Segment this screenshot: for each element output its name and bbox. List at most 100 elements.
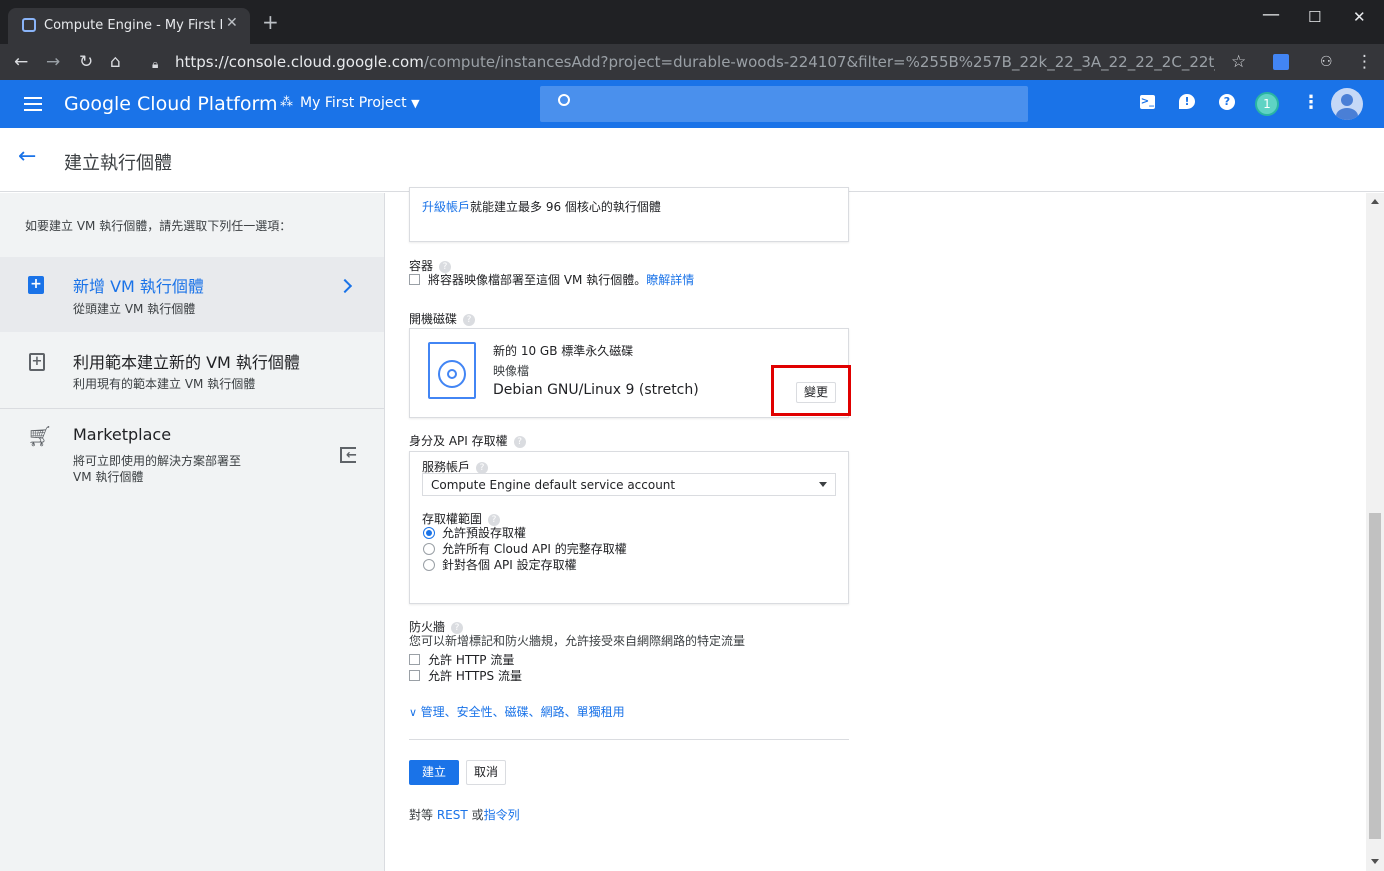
- scroll-down-icon[interactable]: [1371, 859, 1379, 864]
- arrow-into-icon: ←: [346, 448, 357, 463]
- browser-tab-strip: Compute Engine - My First Proj ✕ + — ☐ ✕: [0, 0, 1384, 44]
- gcp-header: Google Cloud Platform ⁂ My First Project…: [0, 80, 1384, 128]
- option-subtitle-line2: VM 執行個體: [73, 470, 144, 484]
- help-icon[interactable]: ?: [1219, 94, 1235, 110]
- equivalent-or: 或: [471, 808, 484, 822]
- identity-label-text: 身分及 API 存取權: [409, 434, 508, 448]
- search-icon: [558, 94, 570, 106]
- machine-type-card: 升級帳戶就能建立最多 96 個核心的執行個體: [409, 187, 849, 242]
- bookmark-star-icon[interactable]: ☆: [1231, 52, 1246, 72]
- account-avatar[interactable]: [1331, 88, 1363, 120]
- hamburger-menu-icon[interactable]: [24, 97, 42, 115]
- boot-disk-label-text: 開機磁碟: [409, 312, 458, 326]
- search-bar[interactable]: [540, 86, 1028, 122]
- command-line-link[interactable]: 指令列: [484, 808, 520, 822]
- page-scrollbar[interactable]: [1366, 193, 1384, 871]
- access-scope-option: 針對各個 API 設定存取權: [442, 558, 577, 572]
- boot-disk-title: 新的 10 GB 標準永久磁碟: [493, 344, 634, 358]
- feedback-icon[interactable]: !: [1179, 94, 1195, 109]
- lock-icon: 🔒︎: [152, 57, 159, 71]
- upgrade-account-link[interactable]: 升級帳戶: [422, 200, 470, 214]
- forward-icon[interactable]: →: [46, 52, 60, 72]
- url-host: https://console.cloud.google.com: [175, 53, 424, 71]
- container-checkbox-text: 將容器映像檔部署至這個 VM 執行個體。: [428, 273, 647, 287]
- page-title-bar: ← 建立執行個體: [0, 128, 1384, 192]
- project-dots-icon: ⁂: [280, 95, 293, 110]
- boot-disk-label: 開機磁碟?: [409, 310, 476, 327]
- creation-options-panel: 如要建立 VM 執行個體，請先選取下列任一選項： + 新增 VM 執行個體 從頭…: [0, 193, 385, 871]
- container-checkbox-label: 將容器映像檔部署至這個 VM 執行個體。瞭解詳情: [428, 271, 694, 288]
- option-new-vm[interactable]: + 新增 VM 執行個體 從頭建立 VM 執行個體: [0, 257, 384, 332]
- access-scope-radio[interactable]: [423, 527, 435, 539]
- notifications-badge[interactable]: 1: [1255, 92, 1279, 116]
- add-instance-icon: +: [28, 276, 44, 294]
- help-icon[interactable]: ?: [463, 313, 476, 326]
- option-subtitle-line1: 將可立即使用的解決方案部署至: [73, 454, 242, 468]
- back-arrow-icon[interactable]: ←: [18, 144, 36, 169]
- disk-icon: [428, 342, 476, 399]
- identity-card: 服務帳戶? Compute Engine default service acc…: [409, 451, 849, 604]
- advanced-options-toggle[interactable]: ∨ 管理、安全性、磁碟、網路、單獨租用: [409, 703, 625, 720]
- tab-title: Compute Engine - My First Proj: [44, 18, 222, 33]
- back-icon[interactable]: ←: [14, 52, 28, 72]
- equivalent-rest-cli: 對等 REST 或指令列: [409, 806, 520, 823]
- minimize-icon[interactable]: —: [1262, 4, 1280, 25]
- access-scope-option: 允許預設存取權: [442, 526, 527, 540]
- page-title: 建立執行個體: [64, 153, 172, 174]
- identity-label: 身分及 API 存取權?: [409, 432, 526, 449]
- highlight-box: [771, 365, 851, 416]
- https-checkbox[interactable]: [409, 670, 420, 681]
- address-bar[interactable]: https://console.cloud.google.com/compute…: [175, 53, 1215, 71]
- create-instance-form: 升級帳戶就能建立最多 96 個核心的執行個體 容器? 將容器映像檔部署至這個 V…: [386, 187, 1366, 871]
- service-account-value: Compute Engine default service account: [431, 478, 676, 492]
- reload-icon[interactable]: ↻: [79, 52, 93, 72]
- upgrade-notice: 升級帳戶就能建立最多 96 個核心的執行個體: [422, 198, 661, 215]
- compute-engine-favicon-icon: [22, 18, 36, 32]
- dropdown-arrow-icon: [819, 482, 827, 487]
- option-marketplace[interactable]: 🛒︎ Marketplace 將可立即使用的解決方案部署至 VM 執行個體 ←: [0, 410, 384, 490]
- service-account-select[interactable]: Compute Engine default service account: [422, 473, 836, 496]
- browser-tab[interactable]: Compute Engine - My First Proj ✕: [8, 8, 250, 44]
- translate-extension-icon[interactable]: [1273, 54, 1289, 70]
- scroll-up-icon[interactable]: [1371, 199, 1379, 204]
- home-icon[interactable]: ⌂: [110, 52, 121, 72]
- scrollbar-thumb[interactable]: [1369, 513, 1381, 839]
- browser-menu-icon[interactable]: ⋮: [1356, 52, 1373, 72]
- boot-disk-image: Debian GNU/Linux 9 (stretch): [493, 382, 699, 398]
- access-scope-option: 允許所有 Cloud API 的完整存取權: [442, 542, 627, 556]
- gcp-brand[interactable]: Google Cloud Platform: [64, 93, 277, 115]
- upgrade-text: 就能建立最多 96 個核心的執行個體: [470, 200, 661, 214]
- incognito-icon[interactable]: ⚇: [1320, 52, 1333, 72]
- advanced-options-link: 管理、安全性、磁碟、網路、單獨租用: [420, 705, 625, 719]
- new-tab-icon[interactable]: +: [262, 12, 279, 32]
- url-path: /compute/instancesAdd?project=durable-wo…: [423, 53, 1215, 71]
- more-vert-icon[interactable]: ⋮: [1302, 92, 1320, 113]
- window-close-icon[interactable]: ✕: [1353, 8, 1366, 26]
- access-scope-radio[interactable]: [423, 543, 435, 555]
- options-intro: 如要建立 VM 執行個體，請先選取下列任一選項：: [25, 219, 292, 233]
- create-button[interactable]: 建立: [409, 760, 459, 785]
- tab-close-icon[interactable]: ✕: [226, 15, 238, 31]
- template-icon: +: [29, 353, 45, 371]
- help-icon[interactable]: ?: [513, 435, 526, 448]
- container-checkbox[interactable]: [409, 274, 420, 285]
- browser-toolbar: ← → ↻ ⌂ 🔒︎ https://console.cloud.google.…: [0, 44, 1384, 80]
- expand-more-icon: ∨: [409, 706, 421, 719]
- divider: [409, 739, 849, 740]
- shopping-cart-icon: 🛒︎: [27, 424, 53, 448]
- option-subtitle: 利用現有的範本建立 VM 執行個體: [73, 377, 256, 391]
- cancel-button[interactable]: 取消: [466, 760, 506, 785]
- help-icon[interactable]: ?: [476, 461, 489, 474]
- rest-link[interactable]: REST: [437, 808, 468, 822]
- cloud-shell-icon[interactable]: >_: [1140, 95, 1155, 109]
- chevron-down-icon: ▼: [411, 97, 420, 110]
- access-scope-radio[interactable]: [423, 559, 435, 571]
- option-from-template[interactable]: + 利用範本建立新的 VM 執行個體 利用現有的範本建立 VM 執行個體: [0, 333, 384, 409]
- project-name: My First Project: [300, 95, 407, 111]
- equivalent-prefix: 對等: [409, 808, 434, 822]
- option-title: Marketplace: [73, 425, 172, 444]
- maximize-icon[interactable]: ☐: [1308, 8, 1321, 26]
- project-selector[interactable]: My First Project ▼: [300, 95, 420, 111]
- http-checkbox[interactable]: [409, 654, 420, 665]
- learn-more-link[interactable]: 瞭解詳情: [646, 273, 694, 287]
